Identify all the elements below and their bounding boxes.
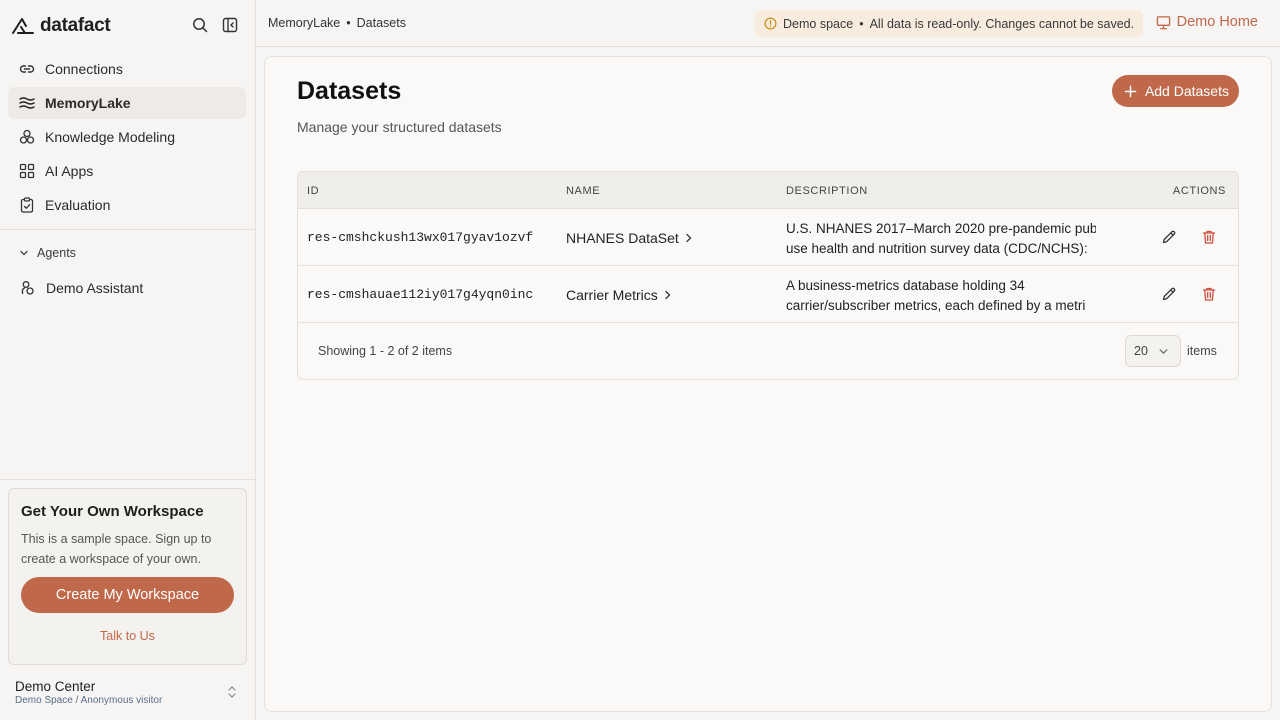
talk-to-us-link[interactable]: Talk to Us <box>9 629 246 643</box>
description-line: use health and nutrition survey data (CD… <box>786 241 1088 256</box>
account-subtitle: Demo Space / Anonymous visitor <box>15 695 163 706</box>
description-line: U.S. NHANES 2017–March 2020 pre-pandemic… <box>786 221 1096 236</box>
plus-icon <box>1124 85 1137 97</box>
clipboard-check-icon <box>20 197 34 213</box>
breadcrumb-memorylake[interactable]: MemoryLake <box>268 16 340 30</box>
column-header-description: DESCRIPTION <box>786 185 868 197</box>
logo[interactable]: datafact <box>12 14 111 38</box>
table-footer: Showing 1 - 2 of 2 items 20 items <box>298 323 1238 379</box>
search-icon[interactable] <box>191 16 209 34</box>
table-header: ID NAME DESCRIPTION ACTIONS <box>298 172 1238 209</box>
items-label: items <box>1187 344 1217 358</box>
workspace-promo-card: Get Your Own Workspace This is a sample … <box>8 488 247 665</box>
page-title: Datasets <box>297 77 402 105</box>
breadcrumb: MemoryLake • Datasets <box>268 16 406 30</box>
table-row: res-cmshckush13wx017gyav1ozvf NHANES Dat… <box>298 209 1238 266</box>
promo-title: Get Your Own Workspace <box>21 503 204 520</box>
sidebar-item-label: MemoryLake <box>45 95 131 111</box>
cubes-icon <box>19 129 35 144</box>
breadcrumb-separator: • <box>346 16 351 30</box>
column-header-name: NAME <box>566 185 601 197</box>
agent-item-demo-assistant[interactable]: Demo Assistant <box>8 272 246 304</box>
dataset-description: A business-metrics database holding 34 c… <box>786 276 1096 316</box>
trash-icon[interactable] <box>1200 285 1218 303</box>
demo-banner: Demo space • All data is read-only. Chan… <box>755 10 1144 37</box>
sidebar-item-label: Evaluation <box>45 197 111 213</box>
link-icon <box>19 65 35 73</box>
chevron-right-icon <box>665 290 671 300</box>
sidebar-divider <box>0 229 255 230</box>
edit-icon[interactable] <box>1160 285 1178 303</box>
edit-icon[interactable] <box>1160 228 1178 246</box>
main-panel: Datasets Manage your structured datasets… <box>264 56 1272 712</box>
agents-section-toggle[interactable]: Agents <box>19 246 76 260</box>
chevron-down-icon <box>1159 348 1168 354</box>
logo-icon <box>12 18 34 34</box>
sidebar-nav: Connections MemoryLake Knowledge Modelin… <box>8 53 246 223</box>
banner-title: Demo space <box>783 16 854 31</box>
sidebar-item-label: Knowledge Modeling <box>45 129 175 145</box>
logo-text: datafact <box>40 15 111 36</box>
top-bar: MemoryLake • Datasets Demo space • All d… <box>256 0 1280 47</box>
datasets-table: ID NAME DESCRIPTION ACTIONS res-cmshckus… <box>297 171 1239 380</box>
banner-separator: • <box>859 16 864 31</box>
sidebar-item-ai-apps[interactable]: AI Apps <box>8 155 246 187</box>
dataset-name-link[interactable]: NHANES DataSet <box>566 230 693 246</box>
dataset-id: res-cmshauae112iy017g4yqn0inc <box>307 287 534 302</box>
demo-home-label: Demo Home <box>1176 14 1258 30</box>
chevron-up-down-icon <box>228 686 236 698</box>
grid-icon <box>19 163 35 179</box>
row-actions <box>1160 285 1218 303</box>
add-datasets-label: Add Datasets <box>1144 83 1229 99</box>
banner-text: All data is read-only. Changes cannot be… <box>869 16 1135 31</box>
promo-text: This is a sample space. Sign up to creat… <box>21 532 212 566</box>
column-header-actions: ACTIONS <box>1172 185 1226 197</box>
table-row: res-cmshauae112iy017g4yqn0inc Carrier Me… <box>298 266 1238 323</box>
page-size-value: 20 <box>1134 344 1148 358</box>
agent-icon <box>21 281 34 295</box>
sidebar-divider <box>0 479 255 480</box>
sidebar-item-memorylake[interactable]: MemoryLake <box>8 87 246 119</box>
collapse-sidebar-icon[interactable] <box>221 16 239 34</box>
pagination-summary: Showing 1 - 2 of 2 items <box>318 344 453 358</box>
row-actions <box>1160 228 1218 246</box>
sidebar-item-label: Connections <box>45 61 123 77</box>
column-header-id: ID <box>307 185 320 197</box>
description-line: carrier/subscriber metrics, each defined… <box>786 298 1086 313</box>
add-datasets-button[interactable]: Add Datasets <box>1111 75 1239 107</box>
agents-label: Agents <box>37 246 76 260</box>
dataset-description: U.S. NHANES 2017–March 2020 pre-pandemic… <box>786 219 1096 259</box>
dataset-name-link[interactable]: Carrier Metrics <box>566 287 672 303</box>
chevron-down-icon <box>20 250 28 256</box>
waves-icon <box>19 97 35 109</box>
page-size-select[interactable]: 20 <box>1125 335 1181 367</box>
sidebar-item-label: AI Apps <box>45 163 94 179</box>
account-switcher[interactable]: Demo Center Demo Space / Anonymous visit… <box>15 679 245 706</box>
create-workspace-button[interactable]: Create My Workspace <box>21 577 234 613</box>
dataset-name: NHANES DataSet <box>566 230 679 246</box>
description-line: A business-metrics database holding 34 <box>786 278 1025 293</box>
chevron-right-icon <box>686 233 692 243</box>
account-name: Demo Center <box>15 679 96 694</box>
demo-home-link[interactable]: Demo Home <box>1156 14 1258 30</box>
page-subtitle: Manage your structured datasets <box>297 119 502 135</box>
breadcrumb-current: Datasets <box>356 16 406 30</box>
agent-item-label: Demo Assistant <box>46 280 144 296</box>
sidebar-item-connections[interactable]: Connections <box>8 53 246 85</box>
trash-icon[interactable] <box>1200 228 1218 246</box>
info-icon <box>764 17 777 30</box>
presentation-icon <box>1156 15 1170 29</box>
dataset-id: res-cmshckush13wx017gyav1ozvf <box>307 230 534 245</box>
dataset-name: Carrier Metrics <box>566 287 658 303</box>
sidebar: datafact Connections MemoryLake Knowledg… <box>0 0 256 720</box>
sidebar-item-evaluation[interactable]: Evaluation <box>8 189 246 221</box>
sidebar-item-knowledge-modeling[interactable]: Knowledge Modeling <box>8 121 246 153</box>
